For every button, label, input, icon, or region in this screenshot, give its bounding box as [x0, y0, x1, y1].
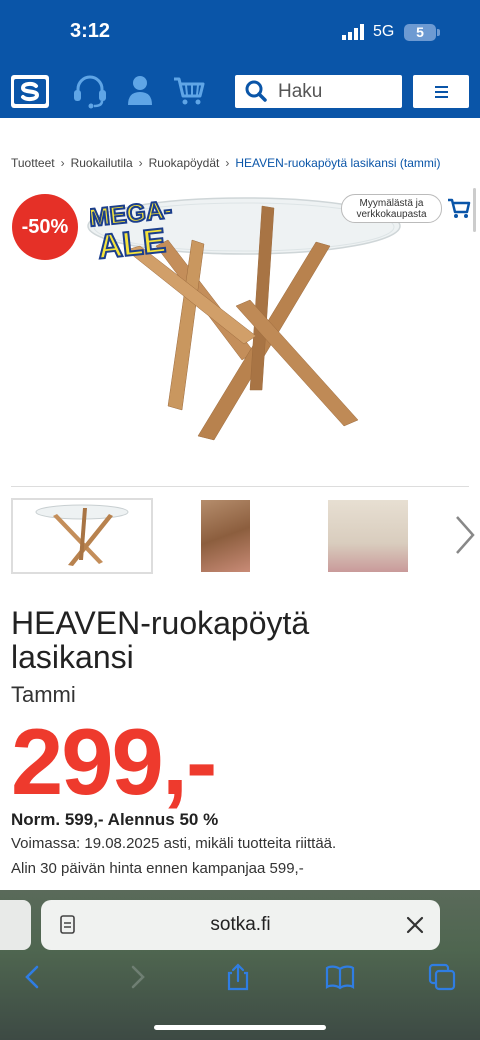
gallery-thumbnail[interactable] [11, 498, 153, 574]
normal-price: Norm. 599,- Alennus 50 % [11, 810, 219, 829]
product-price: 299,- [11, 709, 217, 814]
tabs-icon[interactable] [427, 962, 457, 992]
thumbnail-image [35, 504, 129, 566]
menu-button[interactable] [413, 75, 469, 108]
logo-s-icon [20, 81, 40, 102]
product-title-line: lasikansi [11, 639, 134, 675]
breadcrumb-separator: › [138, 156, 143, 170]
cart-icon [448, 198, 471, 218]
gallery-thumbnail[interactable] [201, 500, 250, 572]
offer-validity: Voimassa: 19.08.2025 asti, mikäli tuotte… [11, 835, 337, 852]
home-indicator[interactable] [154, 1025, 326, 1030]
url-text[interactable]: sotka.fi [41, 914, 440, 936]
chevron-right-icon[interactable] [452, 514, 478, 556]
mega-ale-text-2: ALE [96, 222, 168, 262]
product-title-line: HEAVEN-ruokapöytä [11, 605, 310, 641]
mega-ale-badge: MEGA- ALE [90, 195, 174, 262]
headset-icon[interactable] [72, 75, 108, 109]
availability-line: Myymälästä ja [359, 198, 424, 209]
menu-icon-line [435, 91, 448, 93]
cart-icon[interactable] [173, 75, 205, 107]
close-icon[interactable] [406, 916, 424, 934]
lowest-price-note: Alin 30 päivän hinta ennen kampanjaa 599… [11, 860, 304, 877]
discount-badge: -50% [12, 194, 78, 260]
breadcrumb-link[interactable]: Ruokapöydät [149, 156, 220, 170]
product-variant: Tammi [11, 682, 76, 707]
search-input[interactable] [278, 79, 396, 105]
address-bar[interactable]: sotka.fi [41, 900, 440, 950]
breadcrumb-separator: › [225, 156, 230, 170]
sotka-logo[interactable] [11, 75, 49, 108]
scrollbar[interactable] [473, 188, 476, 232]
top-header: 3:12 5G 5 [0, 0, 480, 118]
battery-icon: 5 [404, 24, 436, 41]
logo-mark [14, 79, 46, 104]
status-bar: 3:12 5G 5 [0, 0, 480, 62]
battery-tip [437, 29, 440, 36]
network-label: 5G [373, 23, 395, 40]
product-title: HEAVEN-ruokapöytä lasikansi [11, 606, 451, 674]
signal-icon [342, 24, 364, 40]
bookmarks-icon[interactable] [325, 962, 355, 992]
search-icon[interactable] [245, 80, 267, 102]
gallery-thumbnail[interactable] [328, 500, 408, 572]
breadcrumb-link[interactable]: Ruokailutila [71, 156, 133, 170]
user-icon[interactable] [127, 75, 153, 107]
menu-icon-line [435, 86, 448, 88]
status-time: 3:12 [70, 20, 111, 42]
breadcrumb-separator: › [60, 156, 65, 170]
availability-line: verkkokaupasta [356, 209, 427, 220]
menu-icon-line [435, 96, 448, 98]
divider [11, 486, 469, 487]
availability-badge: Myymälästä ja verkkokaupasta [341, 194, 442, 223]
share-icon[interactable] [223, 962, 253, 992]
back-icon[interactable] [18, 962, 48, 992]
previous-tab[interactable] [0, 900, 31, 950]
breadcrumb-link[interactable]: Tuotteet [11, 156, 55, 170]
forward-icon[interactable] [122, 962, 152, 992]
breadcrumb: Tuotteet › Ruokailutila › Ruokapöydät › HEAVEN… [11, 156, 441, 170]
breadcrumb-current[interactable]: HEAVEN-ruokapöytä lasikansi (tammi) [235, 156, 440, 170]
search-box[interactable] [235, 75, 402, 108]
